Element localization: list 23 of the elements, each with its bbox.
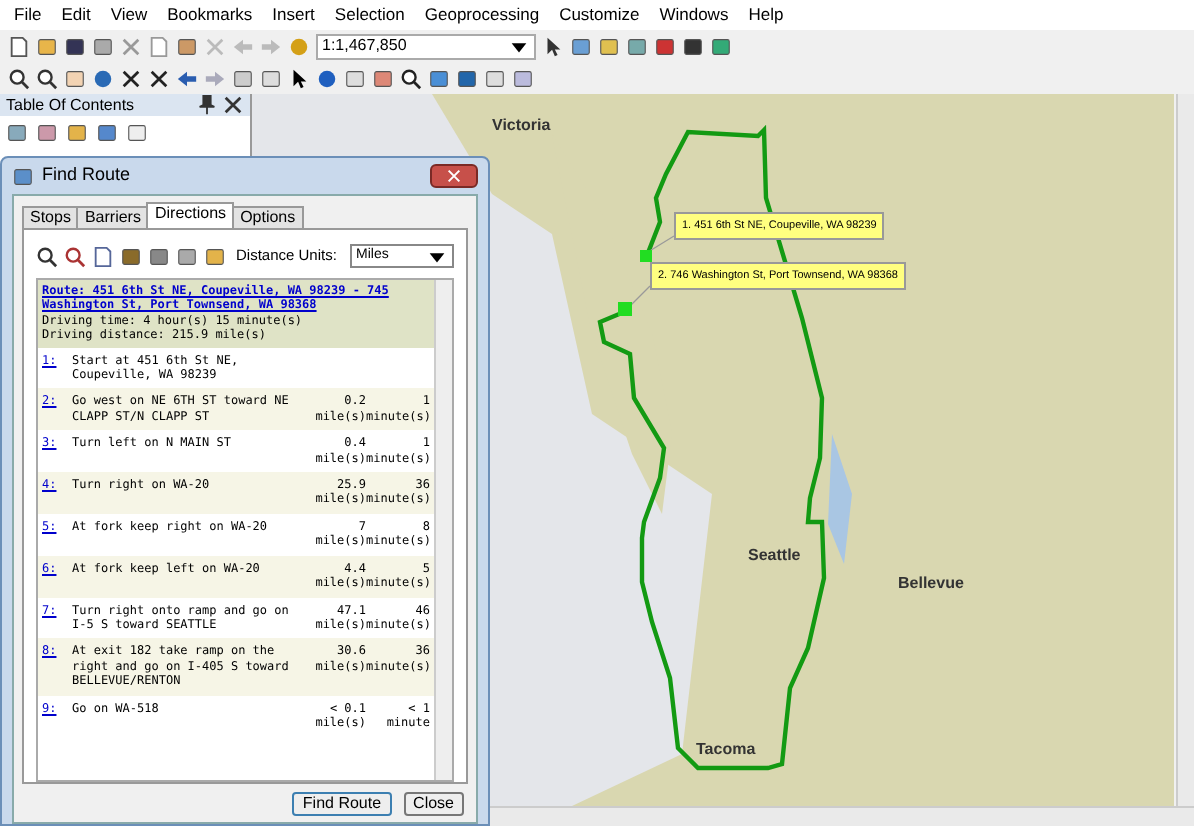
city-label: Victoria (492, 114, 551, 138)
close-button[interactable]: Close (403, 792, 464, 816)
menu-item[interactable]: Help (738, 2, 794, 28)
panel-title: Table Of Contents (6, 93, 135, 117)
menu-item[interactable]: Customize (549, 2, 650, 28)
menu-item[interactable]: Bookmarks (157, 2, 263, 28)
menu-item[interactable]: Selection (324, 2, 415, 28)
find-route-button[interactable]: Find Route (292, 792, 392, 816)
menu-item[interactable]: Insert (262, 2, 325, 28)
tab[interactable]: Directions (146, 202, 235, 228)
menu-item[interactable]: Edit (51, 2, 101, 28)
tab[interactable]: Stops (22, 206, 79, 228)
tab[interactable]: Barriers (76, 206, 149, 228)
scale-field[interactable]: 1:1,467,850 (316, 33, 536, 59)
city-label: Bellevue (898, 572, 964, 596)
city-label: Seattle (748, 544, 801, 568)
city-label: Tacoma (696, 738, 756, 762)
dialog-title: Find Route (42, 162, 131, 189)
menu-item[interactable]: View (100, 2, 158, 28)
menu-item[interactable]: File (4, 2, 52, 28)
menu-item[interactable]: Windows (649, 2, 739, 28)
menu-item[interactable]: Geoprocessing (414, 2, 550, 28)
tab[interactable]: Options (232, 206, 304, 228)
